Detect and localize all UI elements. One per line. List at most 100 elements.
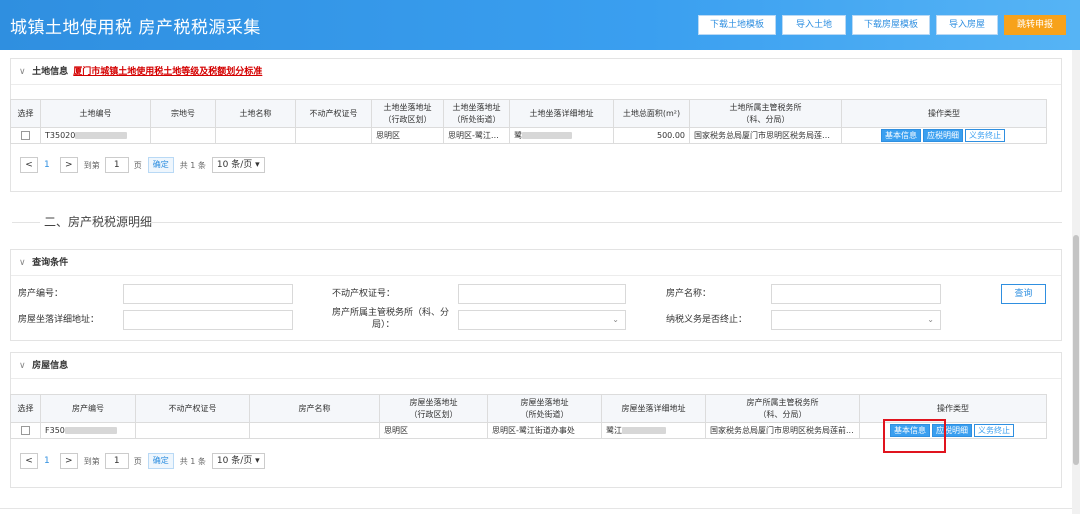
house-panel-header[interactable]: ∨ 房屋信息 [11,353,1061,379]
col-parcel-no: 宗地号 [150,99,216,128]
goto-confirm-button[interactable]: 确定 [147,453,174,469]
house-no-label: 房产编号： [18,289,64,299]
chevron-left-icon[interactable]: < [20,453,38,469]
terminate-obligation-button[interactable]: 义务终止 [965,129,1005,142]
tax-office-label-line2: 局）： [372,320,395,330]
house-tax-office: 国家税务总局厦门市思明区税务局莲前... [705,422,860,439]
col-tax-office: 房产所属主管税务所 （科、分局） [705,394,860,423]
goto-label: 到第 [83,160,100,170]
col-house-name: 房产名称 [249,394,380,423]
col-street: 房屋坐落地址 （所处街道） [487,394,602,423]
basic-info-button[interactable]: 基本信息 [881,129,921,142]
col-district: 房屋坐落地址 （行政区划） [379,394,488,423]
current-page[interactable]: 1 [44,456,50,466]
col-district: 土地坐落地址 （行政区划） [371,99,444,128]
col-land-name: 土地名称 [215,99,296,128]
masked-value [622,427,666,434]
go-declare-button[interactable]: 跳转申报 [1004,15,1066,35]
caret-down-icon: ⌄ [612,315,619,324]
query-panel-title: 查询条件 [32,258,69,268]
land-id: T35020 [45,131,76,140]
land-panel-header[interactable]: ∨ 土地信息 厦门市城镇土地使用税土地等级及税额划分标准 [11,59,1061,85]
house-panel-title: 房屋信息 [32,361,69,371]
page-unit: 页 [133,160,142,170]
house-section-title: 二、房产税税源明细 [40,213,157,230]
caret-down-icon: ⌄ [927,315,934,324]
scrollbar-thumb[interactable] [1073,235,1079,465]
app-header: 城镇土地使用税 房产税税源采集 下载土地模板 导入土地 下载房屋模板 导入房屋 … [0,0,1080,50]
download-land-template-button[interactable]: 下载土地模板 [698,15,776,35]
divider [150,222,1062,223]
taxable-detail-button[interactable]: 应税明细 [923,129,963,142]
chevron-down-icon: ∨ [19,258,26,268]
house-id: F350 [45,426,65,435]
col-select: 选择 [10,99,41,128]
goto-confirm-button[interactable]: 确定 [147,157,174,173]
cert-no-input[interactable] [458,284,626,304]
tax-office-label: 房产所属主管税务所（科、分 局）： [332,307,449,331]
tax-office-label-line1: 房产所属主管税务所（科、分 [332,308,450,318]
tax-office-select[interactable]: ⌄ [458,310,626,330]
land-grade-standard-link[interactable]: 厦门市城镇土地使用税土地等级及税额划分标准 [73,67,262,77]
land-street: 思明区-鹭江街... [443,127,510,144]
col-cert-no: 不动产权证号 [135,394,250,423]
address-label: 房屋坐落详细地址： [18,315,100,325]
land-table: 选择 土地编号 宗地号 土地名称 不动产权证号 土地坐落地址 （行政区划） 土地… [10,99,1047,144]
current-page[interactable]: 1 [44,160,50,170]
chevron-down-icon: ∨ [19,361,26,371]
total-count: 共 1 条 [179,160,206,170]
col-tax-office: 土地所属主管税务所 （科、分局） [689,99,842,128]
page-unit: 页 [133,456,142,466]
masked-value [75,132,128,139]
land-table-header: 选择 土地编号 宗地号 土地名称 不动产权证号 土地坐落地址 （行政区划） 土地… [10,99,1047,128]
house-street: 思明区-鹭江街道办事处 [487,422,602,439]
cert-no-cell [295,127,372,144]
page-number-input[interactable]: 1 [104,157,129,173]
page-title: 城镇土地使用税 房产税税源采集 [10,18,261,38]
col-select: 选择 [10,394,41,423]
house-name-input[interactable] [771,284,941,304]
import-house-button[interactable]: 导入房屋 [936,15,998,35]
row-checkbox[interactable] [21,131,30,140]
total-count: 共 1 条 [179,456,206,466]
search-button[interactable]: 查询 [1001,284,1046,304]
row-checkbox[interactable] [21,426,30,435]
land-panel-title: 土地信息 [32,67,69,77]
land-district: 思明区 [371,127,444,144]
download-house-template-button[interactable]: 下载房屋模板 [852,15,930,35]
query-panel-header[interactable]: ∨ 查询条件 [11,250,1061,276]
house-no-input[interactable] [123,284,293,304]
chevron-right-icon[interactable]: > [59,157,78,173]
divider [12,222,40,223]
terminated-select[interactable]: ⌄ [771,310,941,330]
land-pagination: < 1 > 到第 1 页 确定 共 1 条 10 条/页 ▾ [20,156,265,174]
col-actions: 操作类型 [841,99,1047,128]
land-area: 500.00 [613,127,690,144]
col-cert-no: 不动产权证号 [295,99,372,128]
col-address: 土地坐落详细地址 [509,99,614,128]
address-input[interactable] [123,310,293,330]
land-name-cell [215,127,296,144]
page-size-select[interactable]: 10 条/页 ▾ [211,453,265,469]
col-area: 土地总面积(m²) [613,99,690,128]
page-size-value: 10 条/页 [216,160,253,170]
cert-no-label: 不动产权证号： [332,289,396,299]
masked-value [64,427,117,434]
masked-value [522,132,572,139]
house-name-cell [249,422,380,439]
chevron-right-icon[interactable]: > [59,453,78,469]
terminate-obligation-button[interactable]: 义务终止 [974,424,1014,437]
page-number-input[interactable]: 1 [104,453,129,469]
page-size-value: 10 条/页 [216,456,253,466]
chevron-down-icon: ∨ [19,67,26,77]
col-house-id: 房产编号 [40,394,136,423]
house-district: 思明区 [379,422,488,439]
goto-label: 到第 [83,456,100,466]
table-row: T35020 思明区 思明区-鹭江街... 鹭 500.00 国家税务总局厦门市… [10,127,1047,144]
house-name-label: 房产名称： [666,289,712,299]
highlight-box [883,419,946,453]
parcel-no-cell [150,127,216,144]
chevron-left-icon[interactable]: < [20,157,38,173]
import-land-button[interactable]: 导入土地 [782,15,846,35]
page-size-select[interactable]: 10 条/页 ▾ [211,157,265,173]
